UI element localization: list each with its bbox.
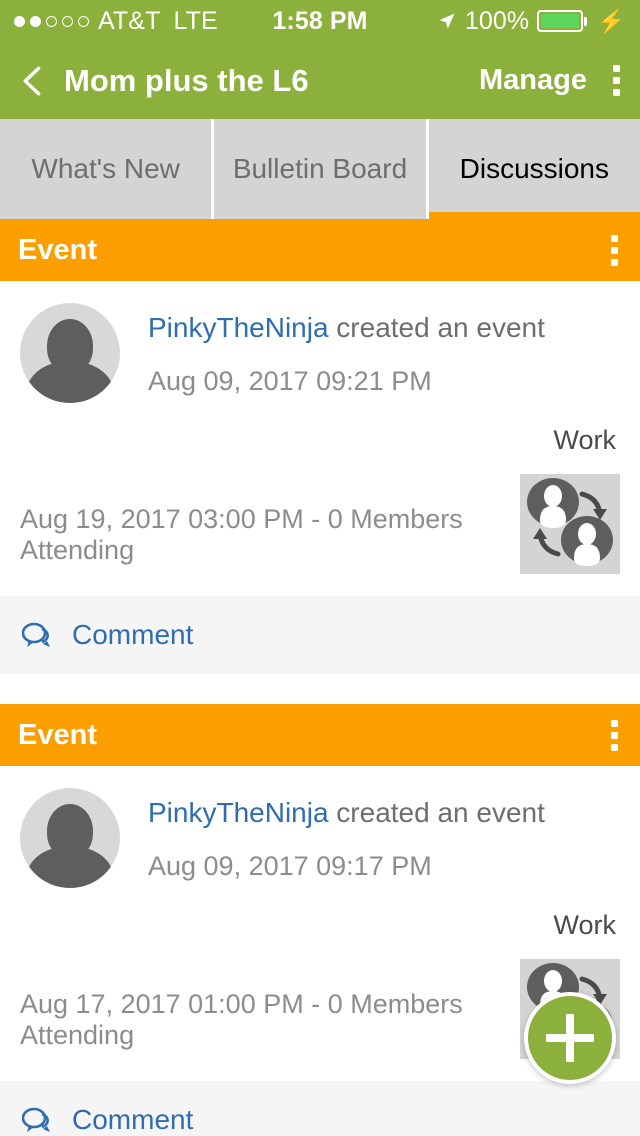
charging-bolt-icon: ⚡: [597, 7, 626, 34]
navigation-bar: Mom plus the L6 Manage: [0, 42, 640, 119]
battery-icon: [537, 10, 588, 32]
comment-button[interactable]: Comment: [0, 1081, 640, 1136]
manage-button[interactable]: Manage: [479, 64, 587, 97]
page-title: Mom plus the L6: [64, 62, 309, 98]
event-card-header: Event: [0, 704, 640, 766]
battery-percent-label: 100%: [464, 6, 530, 35]
card-separator: [0, 674, 640, 704]
tab-bar: What's New Bulletin Board Discussions: [0, 119, 640, 219]
tab-label: Bulletin Board: [232, 153, 408, 184]
event-card-overflow-icon[interactable]: [607, 716, 622, 755]
speech-bubbles-icon: [22, 622, 50, 647]
tab-bulletin-board[interactable]: Bulletin Board: [214, 119, 429, 219]
signal-strength-dots: [14, 15, 89, 27]
post-byline: PinkyTheNinja created an event: [148, 312, 545, 344]
event-card-body: PinkyTheNinja created an event Aug 09, 2…: [0, 281, 640, 596]
post-meta: PinkyTheNinja created an event Aug 09, 2…: [148, 788, 545, 882]
post-timestamp: Aug 09, 2017 09:21 PM: [148, 365, 432, 396]
avatar: [20, 788, 120, 888]
post-meta: PinkyTheNinja created an event Aug 09, 2…: [148, 303, 545, 397]
comment-label: Comment: [72, 1104, 194, 1135]
app-screen: AT&T LTE 1:58 PM 100% ⚡ Mom plus the L6 …: [0, 0, 640, 1136]
event-post-card: Event PinkyTheNinja created an event Aug…: [0, 219, 640, 704]
post-byline: PinkyTheNinja created an event: [148, 797, 545, 829]
tab-label: What's New: [31, 153, 180, 184]
event-card-label: Event: [18, 718, 97, 751]
event-detail-row: Aug 19, 2017 03:00 PM - 0 Members Attend…: [20, 474, 620, 596]
event-title: Work: [553, 425, 616, 455]
post-action-text: created an event: [328, 797, 545, 828]
location-arrow-icon: [439, 13, 455, 29]
tab-whats-new[interactable]: What's New: [0, 119, 215, 219]
event-schedule-text: Aug 17, 2017 01:00 PM - 0 Members Attend…: [20, 989, 463, 1050]
event-card-header: Event: [0, 219, 640, 281]
people-swap-icon[interactable]: [520, 474, 620, 574]
post-header: PinkyTheNinja created an event Aug 09, 2…: [20, 788, 620, 888]
comment-label: Comment: [72, 619, 194, 650]
avatar: [20, 303, 120, 403]
event-card-overflow-icon[interactable]: [607, 231, 622, 270]
back-button[interactable]: [16, 64, 50, 98]
post-header: PinkyTheNinja created an event Aug 09, 2…: [20, 303, 620, 403]
tab-label: Discussions: [459, 153, 610, 184]
event-title: Work: [553, 910, 616, 940]
status-bar-left: AT&T LTE: [14, 7, 320, 36]
status-bar-right: 100% ⚡: [320, 7, 626, 36]
author-link[interactable]: PinkyTheNinja: [148, 797, 329, 828]
tab-discussions[interactable]: Discussions: [428, 119, 640, 219]
status-bar: AT&T LTE 1:58 PM 100% ⚡: [0, 0, 640, 42]
event-card-label: Event: [18, 233, 97, 266]
plus-icon-vertical: [566, 1014, 574, 1062]
post-timestamp: Aug 09, 2017 09:17 PM: [148, 850, 432, 881]
network-type-label: LTE: [173, 6, 218, 35]
event-schedule-text: Aug 19, 2017 03:00 PM - 0 Members Attend…: [20, 504, 463, 565]
comment-button[interactable]: Comment: [0, 596, 640, 674]
speech-bubbles-icon: [22, 1107, 50, 1132]
post-action-text: created an event: [328, 312, 545, 343]
author-link[interactable]: PinkyTheNinja: [148, 312, 329, 343]
carrier-label: AT&T: [98, 6, 161, 35]
add-button[interactable]: [524, 992, 616, 1084]
overflow-menu-icon[interactable]: [609, 61, 624, 100]
